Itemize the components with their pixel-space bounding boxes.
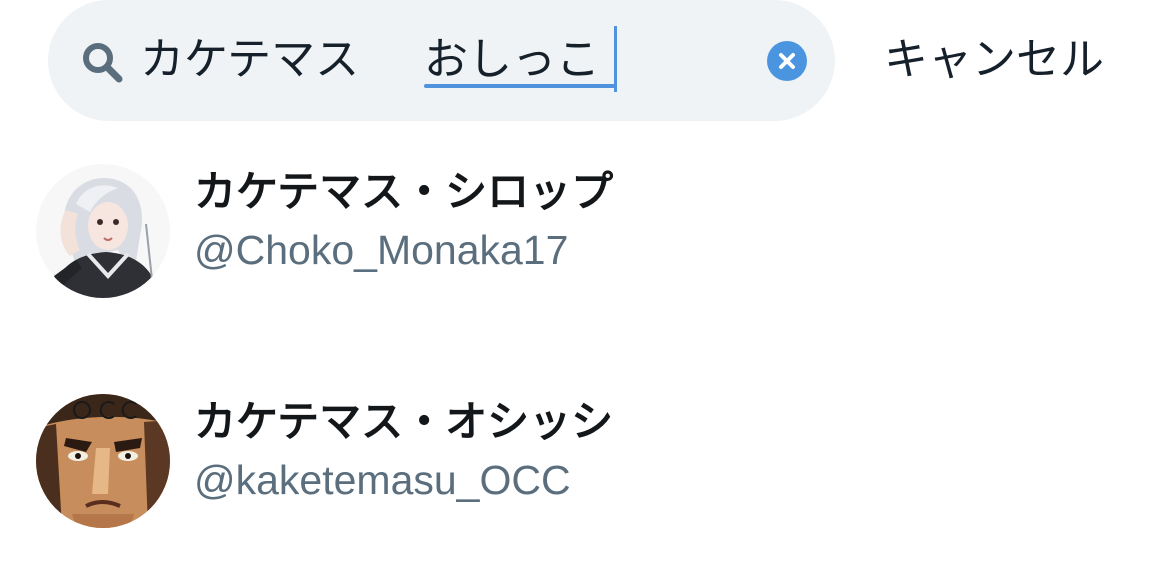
clear-search-button[interactable] xyxy=(767,41,807,81)
search-icon xyxy=(80,40,124,84)
search-result-row[interactable]: カケテマス・オシッシ @kaketemasu_OCC xyxy=(0,390,1170,540)
search-query-composing: おしっこ xyxy=(424,34,600,85)
close-icon xyxy=(779,53,795,69)
text-caret xyxy=(614,26,617,92)
cancel-button[interactable]: キャンセル xyxy=(884,28,1104,92)
avatar[interactable] xyxy=(36,164,170,298)
result-display-name: カケテマス・オシッシ xyxy=(194,397,614,446)
search-result-row[interactable]: カケテマス・シロップ @Choko_Monaka17 xyxy=(0,160,1170,310)
search-query-text: カケテマス xyxy=(140,34,360,85)
avatar[interactable] xyxy=(36,394,170,528)
result-handle: @Choko_Monaka17 xyxy=(194,227,569,273)
result-handle: @kaketemasu_OCC xyxy=(194,457,571,503)
composition-underline xyxy=(424,84,616,88)
search-screen: カケテマス おしっこ キャンセル カケテマス・シロップ @Choko_Monak… xyxy=(0,0,1170,562)
result-display-name: カケテマス・シロップ xyxy=(194,167,614,216)
